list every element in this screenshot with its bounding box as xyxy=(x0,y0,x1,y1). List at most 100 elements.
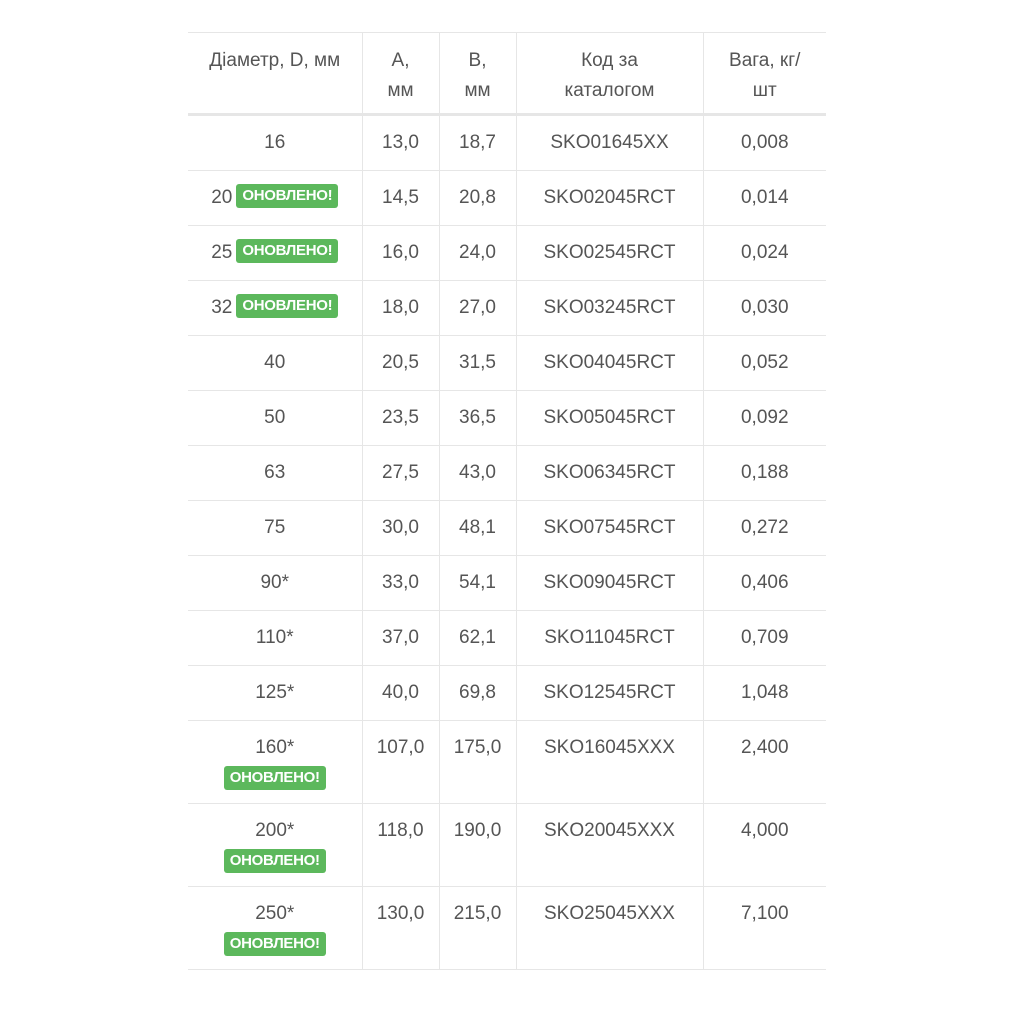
cell-b: 190,0 xyxy=(438,803,516,887)
diameter-value: 160* xyxy=(255,737,295,758)
diameter-value: 250* xyxy=(255,903,295,924)
cell-catalog-code: SKO09045RCT xyxy=(515,555,703,611)
table-row: 40 20,5 31,5 SKO04045RCT 0,052 xyxy=(188,335,826,391)
cell-diameter: 110* xyxy=(188,610,362,666)
header-code-line1: Код за xyxy=(581,50,638,71)
cell-b: 215,0 xyxy=(438,886,516,970)
cell-b: 20,8 xyxy=(438,170,516,226)
cell-catalog-code: SKO01645XX xyxy=(515,114,703,171)
updated-badge: ОНОВЛЕНО! xyxy=(236,183,339,208)
cell-weight: 0,024 xyxy=(702,225,826,281)
cell-weight: 0,188 xyxy=(702,445,826,501)
cell-catalog-code: SKO02045RCT xyxy=(515,170,703,226)
cell-diameter: 50 xyxy=(188,390,362,446)
table-row: 75 30,0 48,1 SKO07545RCT 0,272 xyxy=(188,500,826,556)
cell-diameter: 125* xyxy=(188,665,362,721)
diameter-value: 50 xyxy=(264,407,286,428)
table-header: Діаметр, D, мм A, мм B, мм Код за катало… xyxy=(188,32,826,116)
cell-catalog-code: SKO20045XXX xyxy=(515,803,703,887)
cell-diameter: 40 xyxy=(188,335,362,391)
cell-a: 37,0 xyxy=(361,610,439,666)
cell-a: 33,0 xyxy=(361,555,439,611)
cell-diameter: 250* ОНОВЛЕНО! xyxy=(188,886,362,970)
cell-weight: 4,000 xyxy=(702,803,826,887)
updated-badge: ОНОВЛЕНО! xyxy=(223,931,326,956)
table-row: 160* ОНОВЛЕНО! 107,0 175,0 SKO16045XXX 2,400 xyxy=(188,720,826,804)
header-code: Код за каталогом xyxy=(515,32,703,116)
cell-catalog-code: SKO25045XXX xyxy=(515,886,703,970)
cell-diameter: 20 ОНОВЛЕНО! xyxy=(188,170,362,226)
cell-catalog-code: SKO12545RCT xyxy=(515,665,703,721)
cell-weight: 0,092 xyxy=(702,390,826,446)
cell-diameter: 160* ОНОВЛЕНО! xyxy=(188,720,362,804)
cell-catalog-code: SKO03245RCT xyxy=(515,280,703,336)
cell-catalog-code: SKO02545RCT xyxy=(515,225,703,281)
table-row: 200* ОНОВЛЕНО! 118,0 190,0 SKO20045XXX 4,000 xyxy=(188,803,826,887)
cell-b: 69,8 xyxy=(438,665,516,721)
table-row: 25 ОНОВЛЕНО! 16,0 24,0 SKO02545RCT 0,024 xyxy=(188,225,826,281)
header-a-line2: мм xyxy=(387,80,414,101)
table-body: 16 13,0 18,7 SKO01645XX 0,008 20 ОНОВЛЕНО! 14,5… xyxy=(188,114,826,970)
diameter-value: 25 xyxy=(211,242,233,263)
updated-badge: ОНОВЛЕНО! xyxy=(223,765,326,790)
cell-weight: 0,030 xyxy=(702,280,826,336)
cell-diameter: 200* ОНОВЛЕНО! xyxy=(188,803,362,887)
cell-b: 43,0 xyxy=(438,445,516,501)
table-row: 20 ОНОВЛЕНО! 14,5 20,8 SKO02045RCT 0,014 xyxy=(188,170,826,226)
cell-b: 18,7 xyxy=(438,114,516,171)
header-b-line2: мм xyxy=(464,80,491,101)
cell-b: 48,1 xyxy=(438,500,516,556)
cell-weight: 7,100 xyxy=(702,886,826,970)
header-weight: Вага, кг/ шт xyxy=(702,32,826,116)
table-row: 250* ОНОВЛЕНО! 130,0 215,0 SKO25045XXX 7,100 xyxy=(188,886,826,970)
table-row: 16 13,0 18,7 SKO01645XX 0,008 xyxy=(188,114,826,171)
cell-b: 31,5 xyxy=(438,335,516,391)
cell-b: 175,0 xyxy=(438,720,516,804)
cell-catalog-code: SKO07545RCT xyxy=(515,500,703,556)
cell-weight: 0,406 xyxy=(702,555,826,611)
cell-weight: 0,709 xyxy=(702,610,826,666)
diameter-value: 16 xyxy=(264,132,286,153)
cell-catalog-code: SKO04045RCT xyxy=(515,335,703,391)
cell-a: 16,0 xyxy=(361,225,439,281)
cell-weight: 0,272 xyxy=(702,500,826,556)
diameter-value: 32 xyxy=(211,297,233,318)
cell-weight: 1,048 xyxy=(702,665,826,721)
cell-a: 20,5 xyxy=(361,335,439,391)
diameter-value: 200* xyxy=(255,820,295,841)
cell-diameter: 90* xyxy=(188,555,362,611)
cell-b: 62,1 xyxy=(438,610,516,666)
header-a: A, мм xyxy=(361,32,439,116)
table-row: 90* 33,0 54,1 SKO09045RCT 0,406 xyxy=(188,555,826,611)
diameter-value: 40 xyxy=(264,352,286,373)
header-row: Діаметр, D, мм A, мм B, мм Код за катало… xyxy=(188,32,826,116)
table-row: 32 ОНОВЛЕНО! 18,0 27,0 SKO03245RCT 0,030 xyxy=(188,280,826,336)
cell-a: 18,0 xyxy=(361,280,439,336)
cell-a: 107,0 xyxy=(361,720,439,804)
cell-weight: 0,052 xyxy=(702,335,826,391)
cell-catalog-code: SKO05045RCT xyxy=(515,390,703,446)
cell-b: 54,1 xyxy=(438,555,516,611)
header-a-line1: A, xyxy=(391,50,410,71)
header-weight-line1: Вага, кг/ xyxy=(729,50,801,71)
cell-diameter: 32 ОНОВЛЕНО! xyxy=(188,280,362,336)
cell-a: 118,0 xyxy=(361,803,439,887)
updated-badge: ОНОВЛЕНО! xyxy=(223,848,326,873)
header-weight-line2: шт xyxy=(752,80,777,101)
cell-weight: 0,008 xyxy=(702,114,826,171)
diameter-value: 63 xyxy=(264,462,286,483)
cell-weight: 0,014 xyxy=(702,170,826,226)
header-b-line1: B, xyxy=(468,50,487,71)
cell-catalog-code: SKO06345RCT xyxy=(515,445,703,501)
spec-table: Діаметр, D, мм A, мм B, мм Код за катало… xyxy=(188,32,826,970)
cell-diameter: 16 xyxy=(188,114,362,171)
diameter-value: 20 xyxy=(211,187,233,208)
updated-badge: ОНОВЛЕНО! xyxy=(236,238,339,263)
table-row: 110* 37,0 62,1 SKO11045RCT 0,709 xyxy=(188,610,826,666)
table-row: 63 27,5 43,0 SKO06345RCT 0,188 xyxy=(188,445,826,501)
cell-diameter: 75 xyxy=(188,500,362,556)
diameter-value: 90* xyxy=(260,572,290,593)
cell-b: 24,0 xyxy=(438,225,516,281)
header-code-line2: каталогом xyxy=(564,80,655,101)
cell-a: 13,0 xyxy=(361,114,439,171)
